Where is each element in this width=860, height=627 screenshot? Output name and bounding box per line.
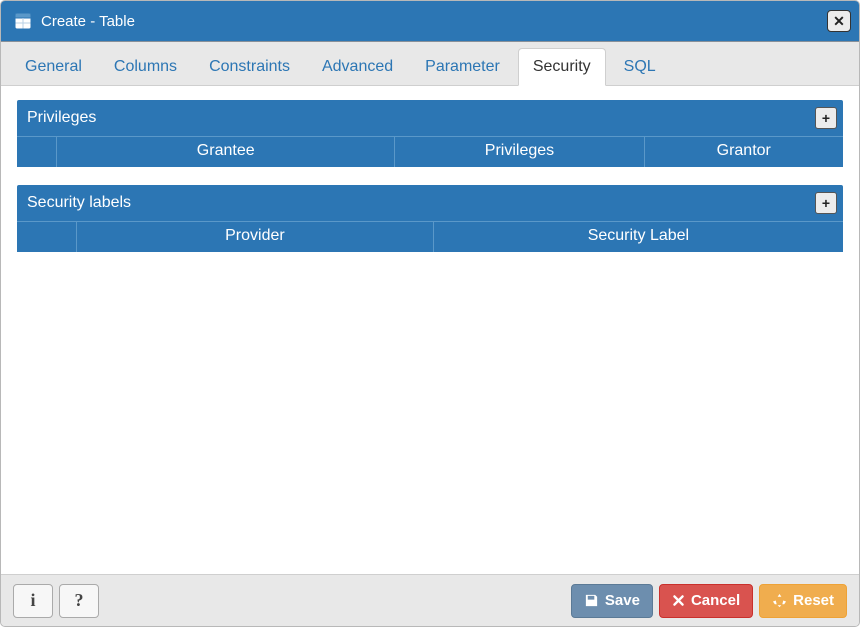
- tab-label: Security: [533, 58, 591, 75]
- dialog-window: Create - Table ✕ General Columns Constra…: [0, 0, 860, 627]
- privileges-column-headers: Grantee Privileges Grantor: [17, 136, 843, 167]
- save-label: Save: [605, 592, 640, 609]
- cancel-icon: [672, 594, 685, 607]
- tab-security[interactable]: Security: [518, 48, 606, 86]
- tab-columns[interactable]: Columns: [100, 49, 191, 85]
- titlebar: Create - Table ✕: [1, 1, 859, 42]
- tab-constraints[interactable]: Constraints: [195, 49, 304, 85]
- tab-label: Constraints: [209, 58, 290, 75]
- security-labels-col-label: Security Label: [434, 222, 843, 252]
- security-labels-title: Security labels: [27, 194, 815, 212]
- save-icon: [584, 593, 599, 608]
- help-icon: ?: [75, 590, 84, 611]
- add-security-label-button[interactable]: +: [815, 192, 837, 214]
- tab-label: General: [25, 58, 82, 75]
- info-icon: i: [30, 590, 35, 611]
- privileges-header: Privileges +: [17, 100, 843, 136]
- tab-general[interactable]: General: [11, 49, 96, 85]
- reset-label: Reset: [793, 592, 834, 609]
- cancel-button[interactable]: Cancel: [659, 584, 753, 618]
- plus-icon: +: [822, 111, 830, 125]
- table-icon: [13, 11, 33, 31]
- privileges-col-grantee: Grantee: [57, 137, 395, 167]
- security-labels-col-provider: Provider: [77, 222, 434, 252]
- security-labels-header: Security labels +: [17, 185, 843, 221]
- tab-strip: General Columns Constraints Advanced Par…: [1, 42, 859, 86]
- close-icon: ✕: [833, 13, 845, 30]
- plus-icon: +: [822, 196, 830, 210]
- tab-advanced[interactable]: Advanced: [308, 49, 407, 85]
- info-button[interactable]: i: [13, 584, 53, 618]
- security-labels-column-headers: Provider Security Label: [17, 221, 843, 252]
- dialog-footer: i ? Save Cancel Reset: [1, 574, 859, 626]
- tab-content-security: Privileges + Grantee Privileges Grantor …: [1, 86, 859, 574]
- tab-label: Advanced: [322, 58, 393, 75]
- tab-label: Parameter: [425, 58, 500, 75]
- privileges-title: Privileges: [27, 109, 815, 127]
- row-actions-spacer: [17, 222, 77, 252]
- row-actions-spacer: [17, 137, 57, 167]
- close-button[interactable]: ✕: [827, 10, 851, 32]
- privileges-section: Privileges + Grantee Privileges Grantor: [17, 100, 843, 167]
- window-title: Create - Table: [41, 13, 827, 30]
- cancel-label: Cancel: [691, 592, 740, 609]
- privileges-col-privileges: Privileges: [395, 137, 644, 167]
- add-privilege-button[interactable]: +: [815, 107, 837, 129]
- privileges-col-grantor: Grantor: [645, 137, 843, 167]
- tab-label: SQL: [624, 58, 656, 75]
- security-labels-section: Security labels + Provider Security Labe…: [17, 185, 843, 252]
- help-button[interactable]: ?: [59, 584, 99, 618]
- save-button[interactable]: Save: [571, 584, 653, 618]
- recycle-icon: [772, 593, 787, 608]
- tab-sql[interactable]: SQL: [610, 49, 670, 85]
- tab-parameter[interactable]: Parameter: [411, 49, 514, 85]
- tab-label: Columns: [114, 58, 177, 75]
- reset-button[interactable]: Reset: [759, 584, 847, 618]
